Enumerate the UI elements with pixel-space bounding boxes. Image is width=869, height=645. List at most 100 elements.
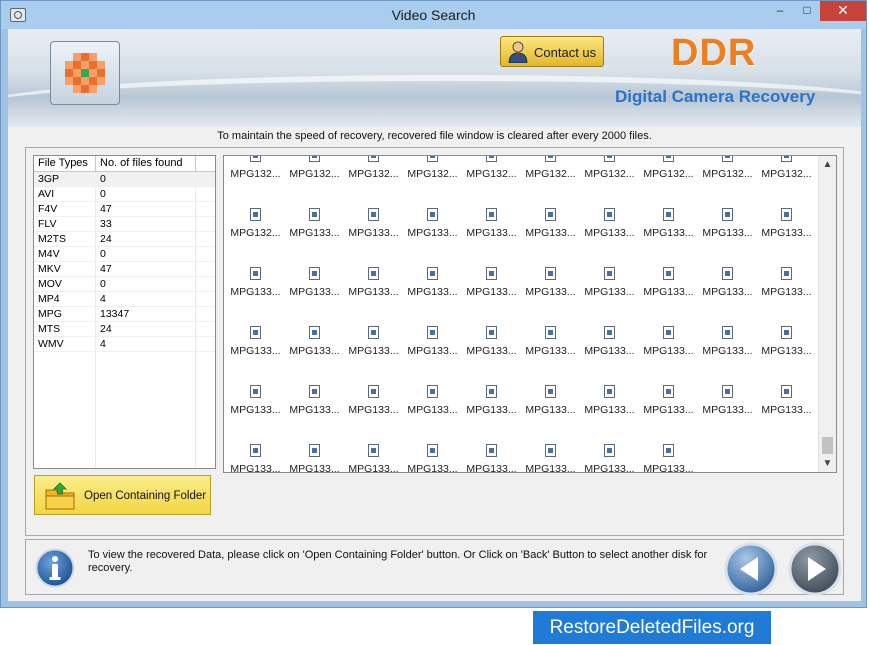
file-name: MPG133... xyxy=(289,345,340,357)
close-button[interactable]: ✕ xyxy=(820,1,866,21)
file-item[interactable]: MPG133... xyxy=(639,254,698,313)
scroll-thumb[interactable] xyxy=(822,437,833,454)
file-count-cell: 0 xyxy=(100,248,106,260)
file-item[interactable]: MPG133... xyxy=(403,372,462,431)
file-item[interactable]: MPG133... xyxy=(462,372,521,431)
table-row[interactable]: FLV 33 xyxy=(34,217,215,232)
file-item[interactable]: MPG133... xyxy=(285,372,344,431)
file-item[interactable]: MPG132... xyxy=(462,156,521,195)
table-row[interactable]: F4V 47 xyxy=(34,202,215,217)
video-file-icon xyxy=(250,326,261,339)
file-type-cell: MKV xyxy=(38,263,61,275)
file-item[interactable]: MPG133... xyxy=(403,431,462,472)
table-row[interactable]: MPG 13347 xyxy=(34,307,215,322)
file-types-table[interactable]: File Types No. of files found 3GP 0 AVI 0 F4… xyxy=(33,155,216,469)
file-item[interactable]: MPG133... xyxy=(226,372,285,431)
table-row[interactable]: MKV 47 xyxy=(34,262,215,277)
file-item[interactable]: MPG133... xyxy=(226,254,285,313)
file-item[interactable]: MPG133... xyxy=(757,313,816,372)
file-item[interactable]: MPG133... xyxy=(344,313,403,372)
table-row[interactable]: AVI 0 xyxy=(34,187,215,202)
file-item[interactable]: MPG133... xyxy=(580,372,639,431)
file-item[interactable]: MPG132... xyxy=(698,156,757,195)
file-item[interactable]: MPG132... xyxy=(285,156,344,195)
scroll-down-arrow-icon[interactable]: ▼ xyxy=(819,455,836,472)
video-file-icon xyxy=(604,156,615,162)
file-item[interactable]: MPG133... xyxy=(462,313,521,372)
scroll-up-arrow-icon[interactable]: ▲ xyxy=(819,156,836,173)
file-item[interactable]: MPG132... xyxy=(521,156,580,195)
table-row[interactable]: M2TS 24 xyxy=(34,232,215,247)
file-item[interactable]: MPG133... xyxy=(344,254,403,313)
open-containing-folder-button[interactable]: Open Containing Folder xyxy=(34,475,211,515)
file-item[interactable]: MPG133... xyxy=(521,195,580,254)
file-item[interactable]: MPG133... xyxy=(344,195,403,254)
column-header-empty xyxy=(196,156,215,172)
file-item[interactable]: MPG133... xyxy=(226,313,285,372)
file-name: MPG133... xyxy=(702,345,753,357)
file-item[interactable]: MPG133... xyxy=(580,195,639,254)
file-item[interactable]: MPG133... xyxy=(639,431,698,472)
next-button[interactable] xyxy=(788,542,842,596)
file-item[interactable]: MPG133... xyxy=(698,254,757,313)
file-item[interactable]: MPG133... xyxy=(462,195,521,254)
file-item[interactable]: MPG132... xyxy=(580,156,639,195)
file-item[interactable]: MPG133... xyxy=(580,313,639,372)
back-button[interactable] xyxy=(724,542,778,596)
file-item[interactable]: MPG133... xyxy=(344,431,403,472)
file-item[interactable]: MPG132... xyxy=(757,156,816,195)
recovered-files-view[interactable]: MPG132... MPG132... MPG132... MPG132... MPG1… xyxy=(223,155,837,473)
file-type-cell: FLV xyxy=(38,218,57,230)
table-row[interactable]: MP4 4 xyxy=(34,292,215,307)
file-item[interactable]: MPG133... xyxy=(285,313,344,372)
file-item[interactable]: MPG133... xyxy=(226,431,285,472)
file-item[interactable]: MPG133... xyxy=(344,372,403,431)
file-item[interactable]: MPG133... xyxy=(521,313,580,372)
maximize-button[interactable]: □ xyxy=(794,1,820,21)
file-item[interactable]: MPG133... xyxy=(639,313,698,372)
file-item[interactable]: MPG133... xyxy=(698,195,757,254)
table-row[interactable]: MOV 0 xyxy=(34,277,215,292)
column-header-files-found[interactable]: No. of files found xyxy=(96,156,196,172)
file-item[interactable]: MPG133... xyxy=(285,195,344,254)
video-file-icon xyxy=(368,326,379,339)
file-item[interactable]: MPG133... xyxy=(698,313,757,372)
table-row[interactable]: MTS 24 xyxy=(34,322,215,337)
file-item[interactable]: MPG133... xyxy=(403,313,462,372)
file-name: MPG133... xyxy=(230,286,281,298)
file-item[interactable]: MPG133... xyxy=(462,431,521,472)
file-item[interactable]: MPG133... xyxy=(462,254,521,313)
file-item[interactable]: MPG133... xyxy=(698,372,757,431)
file-type-cell: F4V xyxy=(38,203,58,215)
file-item[interactable]: MPG133... xyxy=(757,254,816,313)
file-item[interactable]: MPG132... xyxy=(403,156,462,195)
vertical-scrollbar[interactable]: ▲ ▼ xyxy=(818,156,836,472)
file-item[interactable]: MPG133... xyxy=(580,431,639,472)
minimize-button[interactable]: – xyxy=(767,1,793,21)
table-row[interactable]: 3GP 0 xyxy=(34,172,215,187)
file-item[interactable]: MPG133... xyxy=(521,431,580,472)
file-item[interactable]: MPG132... xyxy=(226,195,285,254)
column-header-file-types[interactable]: File Types xyxy=(34,156,96,172)
file-item[interactable]: MPG133... xyxy=(580,254,639,313)
file-item[interactable]: MPG133... xyxy=(639,372,698,431)
file-item[interactable]: MPG133... xyxy=(639,195,698,254)
contact-us-button[interactable]: Contact us xyxy=(500,36,604,67)
file-item[interactable]: MPG133... xyxy=(521,254,580,313)
file-item[interactable]: MPG133... xyxy=(285,431,344,472)
file-item[interactable]: MPG133... xyxy=(403,195,462,254)
file-type-cell: MTS xyxy=(38,323,61,335)
file-item[interactable]: MPG133... xyxy=(521,372,580,431)
file-item[interactable]: MPG133... xyxy=(403,254,462,313)
file-count-cell: 0 xyxy=(100,188,106,200)
file-item[interactable]: MPG133... xyxy=(757,372,816,431)
file-item[interactable]: MPG133... xyxy=(285,254,344,313)
file-item[interactable]: MPG132... xyxy=(344,156,403,195)
file-name: MPG133... xyxy=(407,345,458,357)
file-item[interactable]: MPG132... xyxy=(639,156,698,195)
file-name: MPG133... xyxy=(230,404,281,416)
file-item[interactable]: MPG133... xyxy=(757,195,816,254)
table-row[interactable]: WMV 4 xyxy=(34,337,215,352)
file-item[interactable]: MPG132... xyxy=(226,156,285,195)
table-row[interactable]: M4V 0 xyxy=(34,247,215,262)
